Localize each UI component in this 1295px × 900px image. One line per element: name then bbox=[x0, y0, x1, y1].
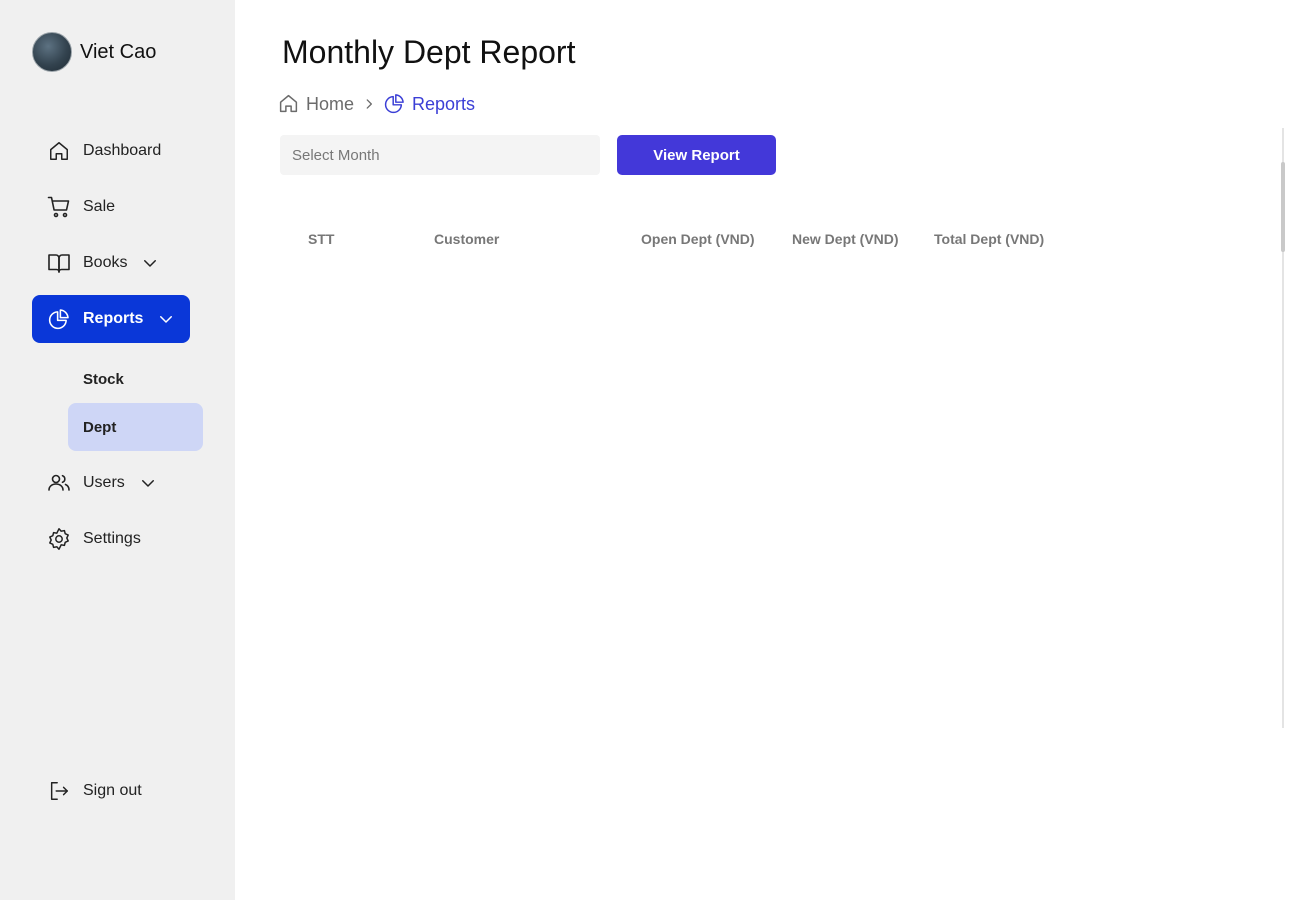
avatar bbox=[32, 32, 72, 72]
sidebar-item-label: Settings bbox=[83, 530, 141, 547]
sidebar-item-dashboard[interactable]: Dashboard bbox=[32, 127, 190, 175]
scrollbar-thumb[interactable] bbox=[1281, 162, 1285, 252]
column-header-customer: Customer bbox=[434, 231, 500, 247]
sidebar-item-label: Books bbox=[83, 254, 128, 271]
sidebar-item-settings[interactable]: Settings bbox=[32, 515, 190, 563]
table-header: STT Customer Open Dept (VND) New Dept (V… bbox=[235, 231, 1295, 251]
chevron-right-icon bbox=[362, 97, 376, 111]
chevron-down-icon[interactable] bbox=[139, 474, 157, 492]
breadcrumb-reports[interactable]: Reports bbox=[384, 93, 475, 115]
gear-icon bbox=[47, 527, 71, 551]
pie-chart-icon bbox=[384, 93, 406, 115]
sidebar-item-label: Reports bbox=[83, 310, 144, 327]
breadcrumb-home[interactable]: Home bbox=[278, 93, 354, 115]
sidebar-item-label: Users bbox=[83, 474, 125, 491]
sidebar-item-users[interactable]: Users bbox=[32, 459, 190, 507]
home-icon bbox=[47, 139, 71, 163]
sign-out-icon bbox=[47, 779, 71, 803]
breadcrumb-home-label: Home bbox=[306, 93, 355, 114]
home-icon bbox=[278, 93, 300, 115]
sidebar-item-books[interactable]: Books bbox=[32, 239, 190, 287]
user-profile[interactable]: Viet Cao bbox=[32, 32, 156, 72]
page-title: Monthly Dept Report bbox=[282, 34, 576, 70]
sidebar-item-label: Sale bbox=[83, 198, 116, 215]
book-icon bbox=[47, 251, 71, 275]
sign-out-button[interactable]: Sign out bbox=[32, 767, 190, 815]
sidebar-item-reports[interactable]: Reports bbox=[32, 295, 190, 343]
breadcrumb-reports-label: Reports bbox=[412, 93, 476, 114]
select-month-input[interactable] bbox=[280, 135, 600, 175]
column-header-stt: STT bbox=[308, 231, 335, 247]
sidebar-subitem-dept[interactable]: Dept bbox=[68, 403, 203, 451]
profile-name: Viet Cao bbox=[80, 40, 157, 63]
main-content: Monthly Dept Report Home Reports View Re… bbox=[235, 0, 1295, 900]
pie-chart-icon bbox=[47, 307, 71, 331]
column-header-total-dept: Total Dept (VND) bbox=[934, 231, 1045, 247]
sidebar-subitem-stock[interactable]: Stock bbox=[68, 355, 203, 403]
sidebar-item-label: Dashboard bbox=[83, 142, 162, 159]
column-header-open-dept: Open Dept (VND) bbox=[641, 231, 755, 247]
chevron-down-icon[interactable] bbox=[157, 310, 175, 328]
users-icon bbox=[47, 471, 71, 495]
sidebar-item-sale[interactable]: Sale bbox=[32, 183, 190, 231]
chevron-down-icon[interactable] bbox=[141, 254, 159, 272]
cart-icon bbox=[47, 195, 71, 219]
sidebar: Viet Cao Dashboard Sale Books Reports St… bbox=[0, 0, 235, 900]
sign-out-label: Sign out bbox=[83, 782, 142, 799]
column-header-new-dept: New Dept (VND) bbox=[792, 231, 899, 247]
breadcrumb: Home Reports bbox=[278, 92, 475, 116]
view-report-button[interactable]: View Report bbox=[617, 135, 776, 175]
